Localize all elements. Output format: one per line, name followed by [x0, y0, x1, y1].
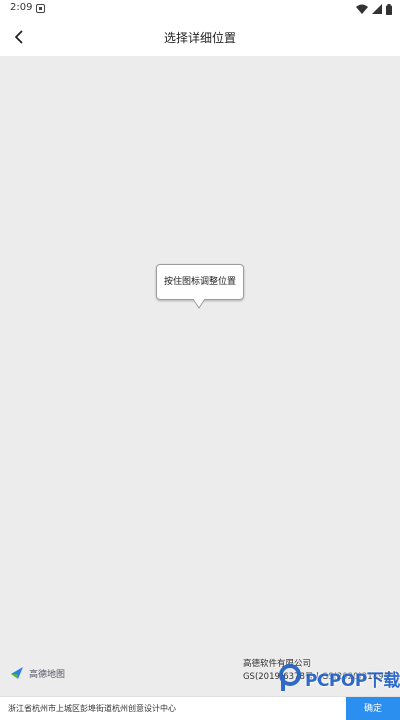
status-time: 2:09 [10, 2, 33, 13]
tooltip-pointer [193, 299, 206, 309]
watermark-logo-icon [279, 664, 301, 691]
confirm-button[interactable]: 确定 [346, 697, 400, 720]
amap-logo-icon [11, 667, 23, 679]
battery-icon [386, 3, 392, 15]
map-logo: 高德地图 [10, 666, 65, 680]
wifi-icon [356, 4, 368, 14]
status-bar: 2:09 [0, 0, 400, 18]
map-view[interactable]: 按住图标调整位置 高德地图 高德软件有限公司 GS(2019)6378号 | G… [0, 56, 400, 696]
location-tooltip: 按住图标调整位置 [156, 264, 244, 300]
signal-icon [372, 4, 382, 14]
map-logo-text: 高德地图 [29, 669, 66, 680]
watermark-text: PCPOP下载 [305, 670, 400, 691]
header: 选择详细位置 [0, 18, 400, 56]
notification-icon [36, 4, 45, 13]
selected-address: 浙江省杭州市上城区彭埠街道杭州创意设计中心 [8, 704, 176, 713]
watermark: PCPOP下载 [278, 664, 400, 692]
page-title: 选择详细位置 [163, 31, 236, 45]
tooltip-text: 按住图标调整位置 [163, 277, 236, 287]
status-icons [356, 3, 392, 15]
bottom-bar: 浙江省杭州市上城区彭埠街道杭州创意设计中心 确定 [0, 696, 400, 720]
